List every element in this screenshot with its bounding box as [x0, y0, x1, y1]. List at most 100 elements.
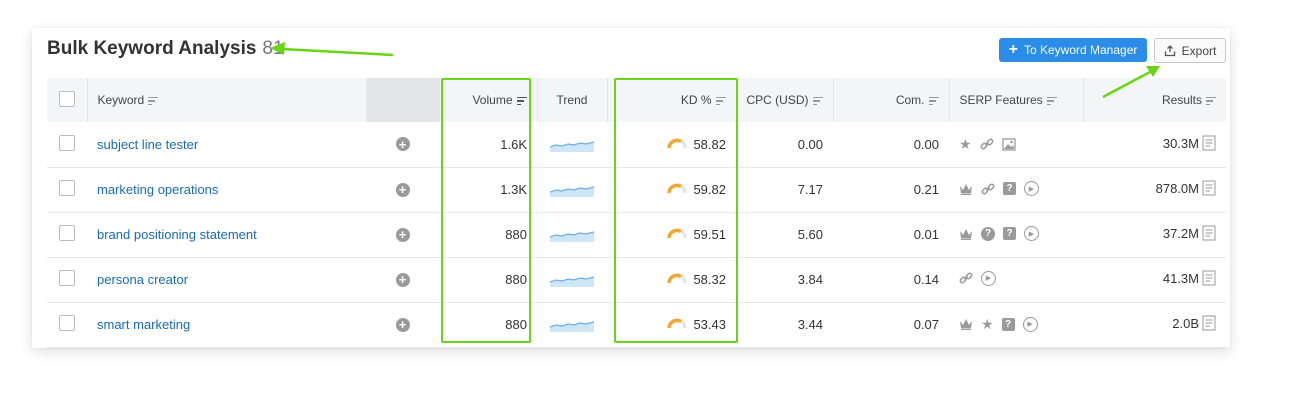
results-value: 37.2M	[1162, 225, 1199, 241]
table-row: brand positioning statement +880 59.51 5.60…	[47, 212, 1226, 257]
col-com[interactable]: Com.	[833, 78, 950, 122]
keyword-link[interactable]: marketing operations	[97, 182, 218, 197]
cpc-cell: 3.44	[797, 317, 823, 332]
kd-value: 58.32	[693, 272, 726, 287]
results-value: 41.3M	[1162, 270, 1199, 286]
kd-cell: 59.51	[607, 212, 736, 257]
volume-cell: 880	[505, 317, 527, 332]
col-cpc[interactable]: CPC (USD)	[736, 78, 834, 122]
serp-cell: ★	[949, 122, 1083, 167]
results-cell: 878.0M	[1083, 167, 1226, 212]
cpc-cell: 0.00	[797, 136, 823, 152]
col-kd[interactable]: KD %	[607, 78, 737, 122]
kd-value: 53.43	[693, 317, 726, 332]
sort-icon	[1206, 95, 1216, 108]
results-cell: 41.3M	[1083, 257, 1226, 302]
add-cell: +	[366, 167, 439, 212]
results-cell: 30.3M	[1083, 122, 1226, 167]
serp-features[interactable]: ?? ▶	[959, 226, 1039, 242]
keyword-cell: brand positioning statement	[87, 212, 366, 257]
faq-icon: ?	[1003, 182, 1016, 196]
com-cell: 0.01	[913, 227, 939, 242]
table-row: marketing operations +1.3K 59.82 7.17 0.21? ▶…	[47, 167, 1226, 212]
row-select-cell	[47, 122, 87, 167]
to-keyword-manager-button[interactable]: + To Keyword Manager	[999, 38, 1147, 62]
serp-features[interactable]: ▶	[959, 270, 996, 286]
serp-cell: ★? ▶	[949, 302, 1083, 347]
export-button[interactable]: Export	[1154, 38, 1226, 63]
row-select-cell	[47, 302, 87, 347]
serp-snapshot-icon[interactable]	[1202, 315, 1216, 334]
add-keyword-icon[interactable]: +	[395, 137, 410, 152]
com-cell: 0.00	[913, 136, 939, 152]
export-icon	[1164, 44, 1175, 56]
kd-cell: 53.43	[607, 302, 736, 347]
results-cell: 37.2M	[1083, 212, 1226, 257]
col-keyword[interactable]: Keyword	[87, 78, 367, 122]
export-label: Export	[1181, 43, 1217, 58]
sort-icon	[1046, 95, 1057, 108]
crown-icon	[960, 228, 972, 240]
trend-cell	[537, 302, 607, 347]
video-icon: ▶	[1024, 226, 1039, 242]
link-icon	[980, 138, 994, 150]
trend-cell	[537, 212, 607, 257]
serp-features[interactable]: ? ▶	[959, 181, 1039, 197]
col-kd-label: KD %	[680, 92, 712, 107]
keyword-link[interactable]: smart marketing	[97, 317, 190, 332]
row-checkbox[interactable]	[59, 315, 75, 331]
keyword-link[interactable]: brand positioning statement	[97, 227, 257, 242]
serp-snapshot-icon[interactable]	[1202, 180, 1216, 199]
kd-cell: 58.82	[607, 122, 736, 167]
kd-gauge-icon	[667, 182, 688, 197]
col-keyword-label: Keyword	[97, 92, 145, 107]
add-keyword-icon[interactable]: +	[395, 182, 410, 197]
keyword-link[interactable]: subject line tester	[97, 137, 198, 152]
plus-icon: +	[1008, 41, 1018, 58]
col-results-label: Results	[1161, 92, 1202, 107]
add-cell: +	[366, 257, 439, 302]
row-checkbox[interactable]	[59, 225, 75, 241]
link-icon	[959, 272, 973, 284]
serp-features[interactable]: ★	[959, 136, 1016, 153]
serp-snapshot-icon[interactable]	[1202, 225, 1216, 244]
row-checkbox[interactable]	[59, 180, 75, 196]
keyword-link[interactable]: persona creator	[97, 272, 188, 287]
kd-value: 59.82	[693, 182, 726, 197]
trend-cell	[537, 167, 607, 212]
add-cell: +	[366, 302, 439, 347]
faq-icon: ?	[1001, 317, 1015, 331]
results-value: 2.0B	[1172, 315, 1199, 331]
results-cell: 2.0B	[1083, 302, 1226, 347]
col-com-label: Com.	[895, 92, 925, 107]
volume-cell: 880	[505, 272, 527, 287]
keywords-table: Keyword Volume Trend KD % CPC (USD) Com.…	[47, 78, 1226, 348]
sort-icon	[928, 95, 939, 108]
kd-cell: 59.82	[607, 167, 736, 212]
row-checkbox[interactable]	[59, 134, 75, 151]
page-title: Bulk Keyword Analysis 81	[47, 38, 284, 60]
star-icon: ★	[981, 315, 994, 332]
volume-cell: 880	[505, 227, 527, 242]
add-keyword-icon[interactable]: +	[395, 227, 410, 242]
crown-icon	[960, 319, 972, 331]
keyword-count: 81	[262, 38, 284, 59]
keyword-cell: marketing operations	[87, 167, 366, 212]
col-results[interactable]: Results	[1083, 78, 1226, 122]
serp-snapshot-icon[interactable]	[1202, 135, 1216, 154]
serp-features[interactable]: ★? ▶	[959, 316, 1038, 333]
crown-icon	[960, 183, 972, 195]
row-select-cell	[47, 167, 87, 212]
row-select-cell	[47, 212, 87, 257]
select-all-checkbox[interactable]	[58, 90, 75, 107]
results-value: 30.3M	[1162, 135, 1199, 151]
keyword-cell: persona creator	[87, 257, 366, 302]
serp-snapshot-icon[interactable]	[1202, 270, 1216, 289]
table-row: subject line tester +1.6K 58.82 0.00 0.00 ★ 30…	[47, 122, 1226, 167]
add-keyword-icon[interactable]: +	[395, 317, 410, 332]
col-serp[interactable]: SERP Features	[949, 78, 1084, 122]
row-checkbox[interactable]	[59, 270, 75, 286]
add-keyword-icon[interactable]: +	[395, 272, 410, 287]
col-volume-label: Volume	[472, 92, 513, 107]
col-volume[interactable]: Volume	[439, 78, 538, 122]
